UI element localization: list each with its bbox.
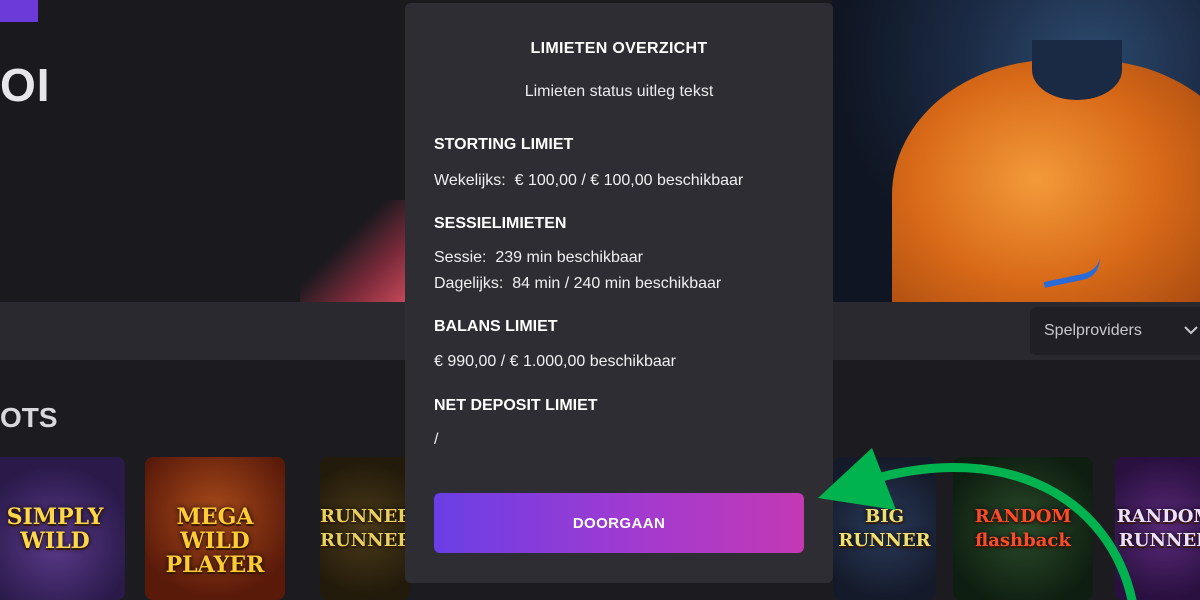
- annotation-arrow-icon: [818, 448, 1137, 600]
- continue-button[interactable]: DOORGAAN: [434, 493, 804, 553]
- provider-select[interactable]: Spelproviders: [1030, 307, 1200, 355]
- limits-modal: LIMIETEN OVERZICHT Limieten status uitle…: [405, 3, 833, 583]
- game-tile-title: RUNNER RUNNER: [320, 506, 410, 551]
- section-title: OTS: [0, 402, 58, 433]
- chevron-down-icon: [1184, 326, 1198, 335]
- balance-limit-value: € 990,00 / € 1.000,00 beschikbaar: [434, 353, 676, 370]
- hero-collar: [1032, 40, 1122, 100]
- modal-subtitle: Limieten status uitleg tekst: [524, 83, 714, 100]
- session-limit-value: Sessie: 239 min beschikbaar: [434, 249, 643, 266]
- provider-select-label: Spelproviders: [1044, 322, 1142, 339]
- hero-image-fragment: [300, 200, 410, 302]
- net-deposit-limit-value: /: [434, 431, 439, 448]
- game-tile[interactable]: SIMPLY WILD: [0, 457, 125, 600]
- hero-accent: [0, 0, 38, 22]
- daily-limit-value: Dagelijks: 84 min / 240 min beschikbaar: [434, 275, 722, 292]
- hero-shirt: [892, 60, 1200, 302]
- hero-title: OI: [0, 59, 51, 111]
- game-tile-title: SIMPLY WILD: [6, 504, 104, 554]
- page: OI Spelproviders OTS SIMPLY WILD MEGA WI…: [0, 0, 1200, 600]
- net-deposit-limit-heading: NET DEPOSIT LIMIET: [434, 397, 598, 414]
- hero-image: [832, 0, 1200, 302]
- game-tile[interactable]: RUNNER RUNNER: [320, 457, 410, 600]
- deposit-limit-value: Wekelijks: € 100,00 / € 100,00 beschikba…: [434, 172, 744, 189]
- game-tile-title: MEGA WILD PLAYER: [165, 504, 265, 578]
- deposit-limit-heading: STORTING LIMIET: [434, 136, 574, 153]
- balance-limit-heading: BALANS LIMIET: [434, 318, 558, 335]
- modal-title: LIMIETEN OVERZICHT: [530, 40, 708, 57]
- game-tile[interactable]: MEGA WILD PLAYER: [145, 457, 285, 600]
- session-limits-heading: SESSIELIMIETEN: [434, 215, 567, 232]
